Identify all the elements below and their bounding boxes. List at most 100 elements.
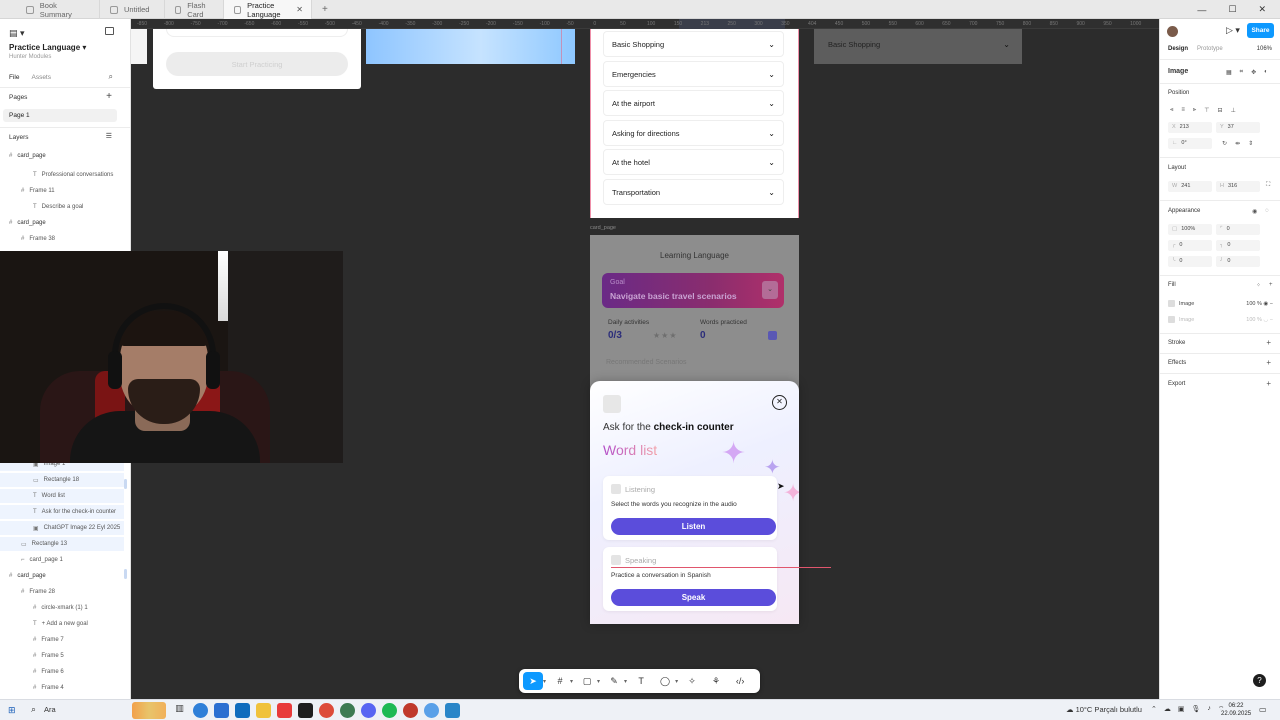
- layers-scrollbar[interactable]: [124, 569, 127, 579]
- outlook-icon[interactable]: [235, 703, 250, 718]
- windows-start-icon[interactable]: ⊞: [8, 705, 16, 716]
- layer-item[interactable]: # card_page: [0, 216, 124, 230]
- layer-item[interactable]: # card_page: [0, 569, 124, 583]
- zoom-level[interactable]: 106%: [1257, 46, 1272, 52]
- align-right-icon[interactable]: ⫸: [1193, 107, 1196, 114]
- frame-label[interactable]: card_page: [590, 225, 616, 231]
- eye-icon[interactable]: ◉: [1263, 301, 1268, 307]
- ghost-frame[interactable]: Basic Shopping ⌄: [814, 29, 1022, 64]
- chevron-down-icon[interactable]: ▾: [543, 678, 546, 685]
- store-icon[interactable]: [214, 703, 229, 718]
- rotation-field[interactable]: ∟ 0°: [1168, 138, 1212, 149]
- avatar[interactable]: [1167, 26, 1178, 37]
- flip-h-icon[interactable]: ⇹: [1235, 140, 1240, 147]
- layer-item[interactable]: ⌐ card_page 1: [0, 553, 124, 567]
- offscreen-frame[interactable]: [131, 29, 147, 64]
- accordion-item[interactable]: At the hotel ⌄: [603, 149, 784, 175]
- actions-tool-icon[interactable]: ✧: [682, 672, 702, 690]
- height-field[interactable]: H 316: [1216, 181, 1260, 192]
- accordion-item[interactable]: Emergencies ⌄: [603, 61, 784, 87]
- notification-icon[interactable]: ▭: [1259, 705, 1267, 714]
- page-item[interactable]: Page 1: [3, 109, 117, 122]
- goal-card[interactable]: Goal Navigate basic travel scenarios ⌄: [602, 273, 784, 308]
- remove-icon[interactable]: −: [1270, 301, 1273, 307]
- present-play-icon[interactable]: ▷ ▾: [1226, 25, 1240, 36]
- speak-button[interactable]: Speak: [611, 589, 776, 606]
- constrain-icon[interactable]: ⛶: [1266, 182, 1270, 189]
- chevron-down-icon[interactable]: ▾: [624, 678, 627, 685]
- chevron-down-icon[interactable]: ⌄: [762, 281, 778, 299]
- flip-v-icon[interactable]: ⇕: [1248, 140, 1253, 147]
- accordion-item[interactable]: Basic Shopping ⌄: [603, 31, 784, 57]
- move-tool-icon[interactable]: ➤: [523, 672, 543, 690]
- file-explorer-icon[interactable]: [256, 703, 271, 718]
- layers-scrollbar[interactable]: [124, 479, 127, 489]
- tab-book-summary[interactable]: Book Summary: [16, 0, 100, 19]
- add-page-icon[interactable]: +: [106, 91, 112, 102]
- chevron-up-icon[interactable]: ⌃: [1151, 705, 1157, 714]
- corner-tr-field[interactable]: ╮ 0: [1216, 240, 1260, 251]
- spotify-icon[interactable]: [382, 703, 397, 718]
- opacity-field[interactable]: ▢ 100%: [1168, 224, 1212, 235]
- layer-item[interactable]: T Word list: [0, 489, 124, 503]
- comment-tool-icon[interactable]: ◯: [655, 672, 675, 690]
- layer-item[interactable]: ▭ Rectangle 13: [0, 537, 124, 551]
- tab-practice-language[interactable]: Practice Language ✕: [224, 0, 312, 19]
- dev-mode-icon[interactable]: ‹/›: [730, 672, 750, 690]
- add-export-icon[interactable]: +: [1266, 379, 1271, 388]
- pen-tool-icon[interactable]: ✎: [604, 672, 624, 690]
- fill-row[interactable]: Image 100 % ◉ −: [1168, 298, 1273, 309]
- layer-item[interactable]: ▣ ChatGPT Image 22 Eyl 2025: [0, 521, 124, 535]
- corner-bl-field[interactable]: ╰ 0: [1168, 256, 1212, 267]
- chrome-icon[interactable]: [319, 703, 334, 718]
- search-highlight-image[interactable]: [132, 702, 166, 719]
- layer-item[interactable]: # Frame 4: [0, 681, 124, 695]
- tab-assets[interactable]: Assets: [31, 74, 51, 81]
- start-practicing-button[interactable]: Start Practicing: [166, 52, 348, 76]
- drop-icon[interactable]: ◌: [1265, 208, 1269, 215]
- figma-icon[interactable]: [298, 703, 313, 718]
- layer-item[interactable]: T Describe a goal: [0, 200, 124, 214]
- x-field[interactable]: X 213: [1168, 122, 1212, 133]
- grid-icon[interactable]: ▦: [1226, 69, 1232, 76]
- file-title[interactable]: Practice Language ▾: [9, 43, 86, 52]
- layer-item[interactable]: T Ask for the check-in counter: [0, 505, 124, 519]
- layer-item[interactable]: ▭ Rectangle 18: [0, 473, 124, 487]
- add-fill-icon[interactable]: +: [1269, 282, 1273, 289]
- task-view-icon[interactable]: ▥: [172, 703, 187, 718]
- layer-item[interactable]: # Frame 28: [0, 585, 124, 599]
- align-center-v-icon[interactable]: ⊟: [1218, 107, 1223, 114]
- tab-file[interactable]: File: [9, 74, 19, 81]
- accordion-item[interactable]: Basic Shopping ⌄: [828, 36, 1010, 52]
- recorder-icon[interactable]: [403, 703, 418, 718]
- close-circle-icon[interactable]: ✕: [772, 395, 787, 410]
- tab-untitled[interactable]: Untitled: [100, 0, 165, 19]
- discord-icon[interactable]: [361, 703, 376, 718]
- plugin-tool-icon[interactable]: ⚘: [706, 672, 726, 690]
- layer-item[interactable]: # Frame 7: [0, 633, 124, 647]
- copilot-icon[interactable]: [193, 703, 208, 718]
- taskbar-search[interactable]: Ara: [44, 705, 56, 714]
- corner-tl-field[interactable]: ╭ 0: [1168, 240, 1212, 251]
- new-tab-button[interactable]: +: [312, 0, 338, 19]
- layer-item[interactable]: T + Add a new goal: [0, 617, 124, 631]
- share-button[interactable]: Share: [1247, 23, 1274, 38]
- app-icon[interactable]: [277, 703, 292, 718]
- speaker-icon[interactable]: ♪: [1207, 705, 1211, 714]
- search-icon[interactable]: ⌕: [109, 72, 113, 82]
- collapse-panel-icon[interactable]: [105, 27, 114, 35]
- maximize-icon[interactable]: ☐: [1228, 4, 1236, 15]
- chevron-down-icon[interactable]: ▾: [675, 678, 678, 685]
- scenario-accordion-frame[interactable]: Basic Shopping ⌄ Emergencies ⌄ At the airp…: [590, 29, 799, 218]
- rectangle-tool-icon[interactable]: ▢: [577, 672, 597, 690]
- text-tool-icon[interactable]: T: [631, 672, 651, 690]
- layer-item[interactable]: # circle-xmark (1) 1: [0, 601, 124, 615]
- word-list-modal[interactable]: ✕ Ask for the check-in counter Word list…: [590, 381, 799, 624]
- accordion-item[interactable]: At the airport ⌄: [603, 90, 784, 116]
- minimize-icon[interactable]: —: [1197, 5, 1206, 15]
- tab-flash-card[interactable]: Flash Card: [165, 0, 224, 19]
- app-tray-icon[interactable]: ▣: [1178, 705, 1185, 714]
- accordion-item[interactable]: Asking for directions ⌄: [603, 120, 784, 146]
- corner-br-field[interactable]: ╯ 0: [1216, 256, 1260, 267]
- app-icon[interactable]: [424, 703, 439, 718]
